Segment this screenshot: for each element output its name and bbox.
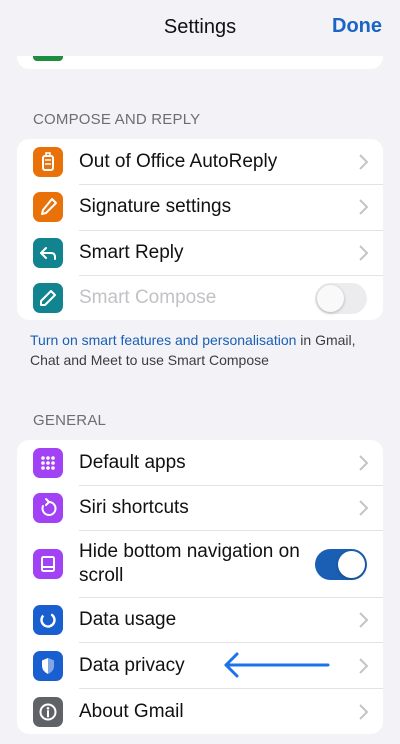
- smart-compose-toggle[interactable]: [315, 283, 367, 314]
- pen-icon: [33, 192, 63, 222]
- row-siri-shortcuts[interactable]: Siri shortcuts: [17, 486, 383, 530]
- refresh-icon: [33, 493, 63, 523]
- row-label-smart-compose: Smart Compose: [79, 287, 217, 308]
- row-label-signature-settings: Signature settings: [79, 196, 232, 217]
- donut-icon: [33, 605, 63, 635]
- row-data-usage[interactable]: Data usage: [17, 598, 383, 642]
- toggle-knob: [317, 285, 344, 312]
- chevron-right-icon: [359, 199, 369, 215]
- section-header-compose: COMPOSE AND REPLY: [33, 111, 201, 128]
- chevron-right-icon: [359, 658, 369, 674]
- hide-bottom-navigation-toggle[interactable]: [315, 549, 367, 580]
- row-label-default-apps: Default apps: [79, 452, 186, 473]
- shield-icon: [33, 651, 63, 681]
- pencil-icon: [33, 283, 63, 313]
- general-card: Default apps Siri shortcuts Hide bottom …: [17, 440, 383, 734]
- window-icon: [33, 549, 63, 579]
- done-button[interactable]: Done: [332, 15, 382, 38]
- row-hide-bottom-navigation: Hide bottom navigation on scroll: [17, 531, 383, 597]
- row-label-smart-reply: Smart Reply: [79, 242, 184, 263]
- chevron-right-icon: [359, 500, 369, 516]
- grid-icon: [33, 448, 63, 478]
- suitcase-icon: [33, 147, 63, 177]
- compose-card: Out of Office AutoReply Signature settin…: [17, 139, 383, 320]
- row-label-data-privacy: Data privacy: [79, 655, 185, 676]
- chevron-right-icon: [359, 612, 369, 628]
- section-header-general: GENERAL: [33, 412, 107, 429]
- nav-bar: Settings Done: [0, 0, 400, 56]
- row-about-gmail[interactable]: About Gmail: [17, 689, 383, 734]
- row-signature-settings[interactable]: Signature settings: [17, 185, 383, 230]
- chevron-right-icon: [359, 704, 369, 720]
- smart-features-link[interactable]: Turn on smart features and personalisati…: [30, 332, 296, 348]
- row-label-hide-bottom-navigation: Hide bottom navigation on scroll: [79, 541, 300, 586]
- info-icon: [33, 697, 63, 727]
- chevron-right-icon: [359, 455, 369, 471]
- row-label-data-usage: Data usage: [79, 609, 177, 630]
- row-label-out-of-office: Out of Office AutoReply: [79, 151, 278, 172]
- chevron-right-icon: [359, 154, 369, 170]
- annotation-arrow-icon: [224, 652, 330, 678]
- toggle-knob: [338, 551, 365, 578]
- row-label-siri-shortcuts: Siri shortcuts: [79, 497, 189, 518]
- row-out-of-office[interactable]: Out of Office AutoReply: [17, 139, 383, 184]
- row-default-apps[interactable]: Default apps: [17, 440, 383, 485]
- row-label-about-gmail: About Gmail: [79, 701, 184, 722]
- reply-icon: [33, 238, 63, 268]
- row-smart-compose: Smart Compose: [17, 276, 383, 320]
- smart-features-footnote: Turn on smart features and personalisati…: [30, 330, 370, 370]
- chevron-right-icon: [359, 245, 369, 261]
- row-smart-reply[interactable]: Smart Reply: [17, 231, 383, 275]
